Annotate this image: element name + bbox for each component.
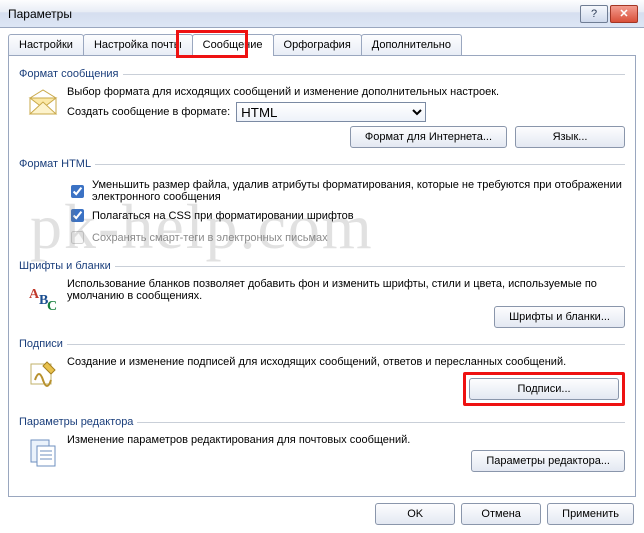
chk-css-fonts-input[interactable]: [71, 209, 84, 222]
compose-format-label: Создать сообщение в формате:: [67, 106, 230, 118]
svg-text:C: C: [47, 299, 57, 312]
group-signatures: Подписи Создание и изменение подписей дл…: [19, 338, 625, 408]
group-fonts-stationery: Шрифты и бланки ABC Использование бланко…: [19, 260, 625, 330]
internet-format-button[interactable]: Формат для Интернета...: [350, 126, 507, 148]
dialog-buttons: OK Отмена Применить: [0, 503, 644, 533]
tab-panel: Формат сообщения Выбор формата для исход…: [8, 55, 636, 497]
tab-advanced[interactable]: Дополнительно: [361, 34, 462, 55]
tabstrip: Настройки Настройка почты Сообщение Орфо…: [0, 28, 644, 55]
tab-settings[interactable]: Настройки: [8, 34, 84, 55]
chk-smart-tags-label: Сохранять смарт-теги в электронных письм…: [92, 232, 328, 244]
signatures-button[interactable]: Подписи...: [469, 378, 619, 400]
chk-css-fonts[interactable]: Полагаться на CSS при форматировании шри…: [67, 206, 625, 225]
ok-button[interactable]: OK: [375, 503, 455, 525]
chk-reduce-size-label: Уменьшить размер файла, удалив атрибуты …: [92, 179, 625, 203]
legend-fonts-stationery: Шрифты и бланки: [19, 260, 115, 272]
cancel-button[interactable]: Отмена: [461, 503, 541, 525]
close-button[interactable]: ✕: [610, 5, 638, 23]
group-editor-options: Параметры редактора Изменение параметров…: [19, 416, 625, 474]
chk-reduce-size-input[interactable]: [71, 185, 84, 198]
legend-signatures: Подписи: [19, 338, 67, 350]
tab-mail-setup[interactable]: Настройка почты: [83, 34, 193, 55]
compose-format-select[interactable]: HTML: [236, 102, 426, 122]
signature-icon: [19, 356, 67, 406]
envelope-icon: [19, 86, 67, 148]
window-title: Параметры: [8, 7, 578, 21]
abc-icon: ABC: [19, 278, 67, 328]
apply-button[interactable]: Применить: [547, 503, 634, 525]
fonts-desc: Использование бланков позволяет добавить…: [67, 278, 625, 302]
chk-css-fonts-label: Полагаться на CSS при форматировании шри…: [92, 210, 354, 222]
editor-options-button[interactable]: Параметры редактора...: [471, 450, 625, 472]
legend-html-format: Формат HTML: [19, 158, 95, 170]
editor-icon: [19, 434, 67, 472]
titlebar: Параметры ? ✕: [0, 0, 644, 28]
group-html-format: Формат HTML Уменьшить размер файла, удал…: [19, 158, 625, 252]
legend-message-format: Формат сообщения: [19, 68, 123, 80]
chk-smart-tags: Сохранять смарт-теги в электронных письм…: [67, 228, 625, 247]
fonts-stationery-button[interactable]: Шрифты и бланки...: [494, 306, 625, 328]
message-format-desc: Выбор формата для исходящих сообщений и …: [67, 86, 625, 98]
tab-message[interactable]: Сообщение: [192, 34, 274, 56]
legend-editor-options: Параметры редактора: [19, 416, 137, 428]
chk-reduce-size[interactable]: Уменьшить размер файла, удалив атрибуты …: [67, 179, 625, 203]
group-message-format: Формат сообщения Выбор формата для исход…: [19, 68, 625, 150]
language-button[interactable]: Язык...: [515, 126, 625, 148]
editor-desc: Изменение параметров редактирования для …: [67, 434, 625, 446]
highlight-signatures-button: Подписи...: [463, 372, 625, 406]
signatures-desc: Создание и изменение подписей для исходя…: [67, 356, 625, 368]
tab-spelling[interactable]: Орфография: [273, 34, 362, 55]
help-button[interactable]: ?: [580, 5, 608, 23]
chk-smart-tags-input: [71, 231, 84, 244]
